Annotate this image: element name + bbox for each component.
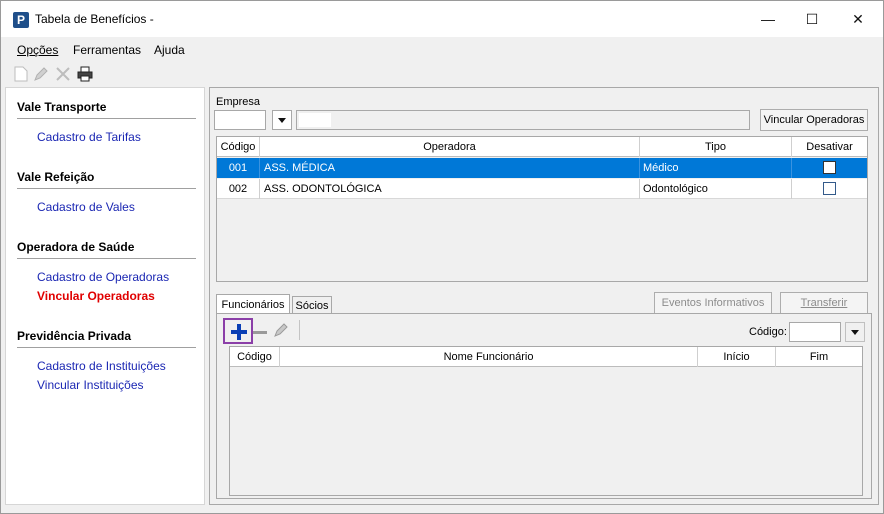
window-title: Tabela de Benefícios - (35, 12, 154, 26)
new-document-icon[interactable] (13, 66, 29, 82)
plus-icon-bar (231, 330, 247, 334)
codigo-filter-dropdown[interactable] (845, 322, 865, 342)
codigo-filter-label: Código: (749, 326, 787, 338)
sidebar-link-cadastro-instituicoes[interactable]: Cadastro de Instituições (37, 359, 166, 373)
divider (17, 347, 196, 348)
table-row[interactable]: 001 ASS. MÉDICA Médico (217, 158, 867, 178)
header-inicio[interactable]: Início (698, 347, 776, 367)
menu-ferramentas[interactable]: Ferramentas (73, 43, 141, 57)
codigo-filter-input[interactable] (789, 322, 841, 342)
edit-pencil-icon[interactable] (33, 66, 49, 82)
sidebar-heading-vale-transporte: Vale Transporte (17, 100, 107, 114)
cell-operadora: ASS. ODONTOLÓGICA (264, 179, 640, 199)
header-codigo[interactable]: Código (230, 347, 280, 367)
app-logo-icon: P (13, 12, 29, 28)
main-content: Empresa Vincular Operadoras Código Opera… (209, 87, 879, 505)
sidebar-heading-operadora-saude: Operadora de Saúde (17, 240, 135, 254)
header-tipo[interactable]: Tipo (640, 137, 792, 157)
header-fim[interactable]: Fim (776, 347, 862, 367)
edit-pencil-icon[interactable] (273, 322, 289, 338)
minimize-button[interactable]: — (745, 1, 791, 37)
toolbar (1, 63, 883, 85)
sidebar-link-cadastro-tarifas[interactable]: Cadastro de Tarifas (37, 130, 141, 144)
cell-operadora: ASS. MÉDICA (264, 158, 640, 178)
remove-minus-icon[interactable] (253, 331, 267, 334)
maximize-button[interactable]: ☐ (789, 1, 835, 37)
sidebar-link-cadastro-vales[interactable]: Cadastro de Vales (37, 200, 135, 214)
divider (17, 258, 196, 259)
main-window: P Tabela de Benefícios - — ☐ ✕ Opções Fe… (0, 0, 884, 514)
sidebar: Vale Transporte Cadastro de Tarifas Vale… (5, 87, 205, 505)
funcionarios-table: Código Nome Funcionário Início Fim (229, 346, 863, 496)
sidebar-link-cadastro-operadoras[interactable]: Cadastro de Operadoras (37, 270, 169, 284)
operadoras-table: Código Operadora Tipo Desativar 001 ASS.… (216, 136, 868, 282)
header-operadora[interactable]: Operadora (260, 137, 640, 157)
header-nome-funcionario[interactable]: Nome Funcionário (280, 347, 698, 367)
sidebar-heading-previdencia-privada: Previdência Privada (17, 329, 132, 343)
sidebar-heading-vale-refeicao: Vale Refeição (17, 170, 95, 184)
divider (17, 118, 196, 119)
cell-tipo: Médico (643, 158, 792, 178)
sidebar-link-vincular-operadoras[interactable]: Vincular Operadoras (37, 289, 155, 303)
toolbar-separator (299, 320, 300, 340)
funcionarios-tab-panel: Código: Código Nome Funcionário Início F… (216, 313, 872, 499)
empresa-name-field[interactable] (296, 110, 750, 130)
tab-socios[interactable]: Sócios (292, 296, 332, 314)
sidebar-link-vincular-instituicoes[interactable]: Vincular Instituições (37, 378, 144, 392)
cell-codigo: 001 (217, 158, 260, 178)
table-header: Código Operadora Tipo Desativar (217, 137, 867, 157)
cell-codigo: 002 (217, 179, 260, 199)
menu-bar: Opções Ferramentas Ajuda (1, 37, 883, 63)
table-row[interactable]: 002 ASS. ODONTOLÓGICA Odontológico (217, 179, 867, 199)
header-codigo[interactable]: Código (217, 137, 260, 157)
empresa-code-input[interactable] (214, 110, 266, 130)
tab-funcionarios[interactable]: Funcionários (216, 294, 290, 314)
close-button[interactable]: ✕ (835, 1, 881, 37)
delete-x-icon[interactable] (55, 66, 71, 82)
menu-ajuda[interactable]: Ajuda (154, 43, 185, 57)
empresa-dropdown-button[interactable] (272, 110, 292, 130)
table-header: Código Nome Funcionário Início Fim (230, 347, 862, 367)
desativar-checkbox[interactable] (823, 182, 836, 195)
transferir-button[interactable]: Transferir (780, 292, 868, 314)
desativar-checkbox[interactable] (823, 161, 836, 174)
header-desativar[interactable]: Desativar (792, 137, 867, 157)
add-button[interactable] (223, 318, 253, 344)
divider (17, 188, 196, 189)
vincular-operadoras-button[interactable]: Vincular Operadoras (760, 109, 868, 131)
empresa-label: Empresa (216, 96, 261, 108)
title-bar: P Tabela de Benefícios - — ☐ ✕ (1, 1, 883, 37)
empresa-name-inner (299, 113, 331, 127)
print-icon[interactable] (77, 66, 93, 82)
eventos-informativos-button[interactable]: Eventos Informativos (654, 292, 772, 314)
menu-opcoes[interactable]: Opções (17, 43, 58, 57)
cell-tipo: Odontológico (643, 179, 792, 199)
